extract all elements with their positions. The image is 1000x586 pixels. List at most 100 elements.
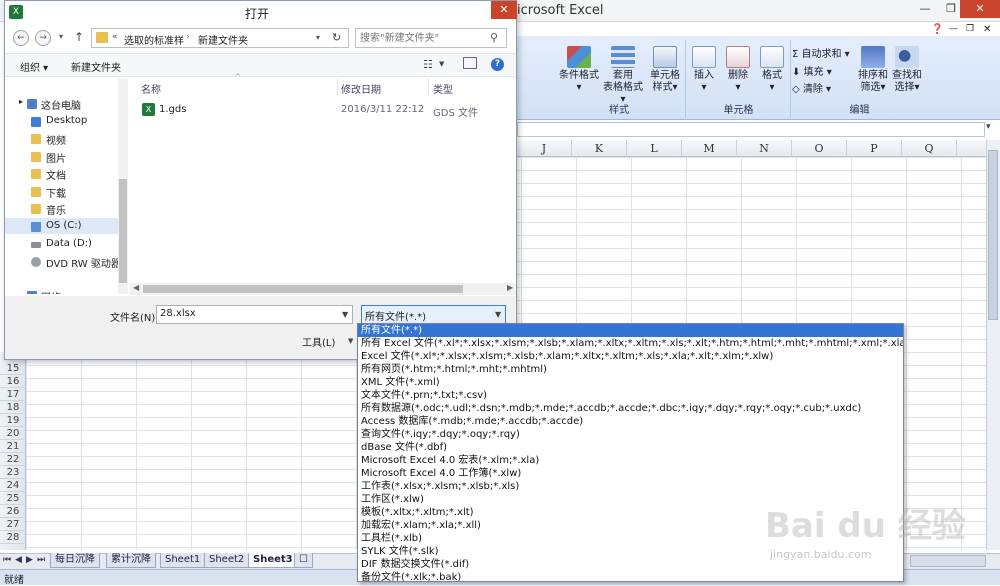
row-header[interactable]: 27 <box>0 518 26 531</box>
row-header[interactable]: 21 <box>0 440 26 453</box>
filetype-option[interactable]: 所有 Excel 文件(*.xl*;*.xlsx;*.xlsm;*.xlsb;*… <box>358 337 903 350</box>
nav-item-drive-c[interactable]: OS (C:) <box>46 220 82 231</box>
new-folder-button[interactable]: 新建文件夹 <box>71 59 121 74</box>
filetype-select[interactable]: 所有文件(*.*) <box>361 305 506 324</box>
filetype-option[interactable]: Microsoft Excel 4.0 工作簿(*.xlw) <box>358 467 903 480</box>
back-icon[interactable]: ← <box>13 30 29 46</box>
horizontal-scrollbar[interactable] <box>910 555 986 567</box>
table-format-button[interactable]: 套用 表格格式▾ <box>601 46 645 106</box>
minimize-button[interactable]: — <box>912 0 938 18</box>
column-header[interactable]: N <box>737 140 792 157</box>
column-header[interactable]: Q <box>902 140 957 157</box>
file-name[interactable]: 1.gds <box>159 104 186 115</box>
nav-item-videos[interactable]: 视频 <box>46 132 66 147</box>
nav-item-network[interactable]: 网络 <box>41 289 61 294</box>
organize-button[interactable]: 组织 ▾ <box>20 59 48 74</box>
search-input[interactable] <box>360 31 486 45</box>
address-dropdown-icon[interactable]: ▾ <box>316 33 320 42</box>
cell-style-button[interactable]: 单元格 样式▾ <box>645 46 685 94</box>
ribbon-close-icon[interactable]: ✕ <box>983 24 991 35</box>
nav-item-dvd-drive[interactable]: DVD RW 驱动器 <box>46 255 121 270</box>
help-icon[interactable]: ? <box>491 58 504 71</box>
column-header[interactable]: P <box>847 140 902 157</box>
column-header-name[interactable]: 名称 <box>141 81 161 96</box>
sheet-tab[interactable]: 累计沉降 <box>106 553 156 568</box>
first-sheet-icon[interactable]: ⏮ <box>3 555 11 565</box>
expand-icon[interactable]: ▸ <box>19 97 23 106</box>
filetype-option[interactable]: 查询文件(*.iqy;*.dqy;*.oqy;*.rqy) <box>358 428 903 441</box>
scroll-right-icon[interactable]: ▶ <box>507 283 513 292</box>
sheet-tab[interactable]: Sheet2 <box>204 553 250 568</box>
column-divider[interactable] <box>428 79 429 95</box>
filetype-dropdown-icon[interactable]: ▼ <box>495 310 501 319</box>
nav-item-documents[interactable]: 文档 <box>46 167 66 182</box>
fill-button[interactable]: ⬇ 填充 ▾ <box>792 63 832 78</box>
column-header-type[interactable]: 类型 <box>433 81 453 96</box>
file-list-scroll-thumb[interactable] <box>143 285 463 293</box>
formula-bar[interactable] <box>517 122 985 137</box>
refresh-icon[interactable]: ↻ <box>332 31 341 44</box>
column-header[interactable]: L <box>627 140 682 157</box>
ribbon-minimize-icon[interactable]: — <box>949 24 958 34</box>
nav-pane-scroll-thumb[interactable] <box>119 179 127 283</box>
preview-pane-icon[interactable] <box>463 57 477 69</box>
nav-item-drive-d[interactable]: Data (D:) <box>46 238 92 249</box>
breadcrumb-separator-icon[interactable]: › <box>186 32 190 42</box>
filetype-option[interactable]: Access 数据库(*.mdb;*.mde;*.accdb;*.accde) <box>358 415 903 428</box>
column-header[interactable]: M <box>682 140 737 157</box>
clear-button[interactable]: ◇ 清除 ▾ <box>792 80 831 95</box>
filename-dropdown-icon[interactable]: ▼ <box>342 310 348 319</box>
ribbon-restore-icon[interactable]: ❐ <box>966 24 974 34</box>
conditional-format-button[interactable]: 条件格式 ▾ <box>557 46 601 94</box>
row-header[interactable]: 20 <box>0 427 26 440</box>
filename-input[interactable]: 28.xlsx <box>156 305 353 324</box>
vertical-scroll-thumb[interactable] <box>988 150 998 320</box>
row-header[interactable]: 16 <box>0 375 26 388</box>
delete-button[interactable]: 删除 ▾ <box>723 46 753 94</box>
sheet-tab[interactable]: 每日沉降 <box>50 553 100 568</box>
nav-item-pictures[interactable]: 图片 <box>46 150 66 165</box>
column-header[interactable]: J <box>517 140 572 157</box>
up-folder-icon[interactable]: ↑ <box>74 30 84 44</box>
row-header[interactable]: 22 <box>0 453 26 466</box>
next-sheet-icon[interactable]: ▶ <box>26 555 33 565</box>
row-header[interactable]: 19 <box>0 414 26 427</box>
row-header[interactable]: 28 <box>0 531 26 544</box>
filetype-option[interactable]: 备份文件(*.xlk;*.bak) <box>358 571 903 581</box>
column-header[interactable]: K <box>572 140 627 157</box>
recent-locations-icon[interactable]: ▾ <box>59 32 63 41</box>
help-icon[interactable]: ❓ <box>931 24 943 35</box>
filetype-option[interactable]: 文本文件(*.prn;*.txt;*.csv) <box>358 389 903 402</box>
row-header[interactable]: 24 <box>0 479 26 492</box>
address-bar[interactable]: « 选取的标准样 › 新建文件夹 ▾ ↻ <box>91 28 349 48</box>
tools-button[interactable]: 工具(L) <box>302 334 335 349</box>
row-header[interactable]: 18 <box>0 401 26 414</box>
last-sheet-icon[interactable]: ⏭ <box>37 555 45 565</box>
filetype-option[interactable]: dBase 文件(*.dbf) <box>358 441 903 454</box>
nav-item-this-pc[interactable]: 这台电脑 <box>41 97 81 112</box>
sheet-tab-active[interactable]: Sheet3 <box>248 553 298 568</box>
close-button[interactable]: ✕ <box>960 0 1000 18</box>
row-header[interactable]: 17 <box>0 388 26 401</box>
sort-filter-button[interactable]: 排序和 筛选▾ <box>858 46 888 94</box>
nav-item-desktop[interactable]: Desktop <box>46 115 87 126</box>
filetype-option[interactable]: 工作表(*.xlsx;*.xlsm;*.xlsb;*.xls) <box>358 480 903 493</box>
insert-button[interactable]: 插入 ▾ <box>689 46 719 94</box>
filetype-option[interactable]: Excel 文件(*.xl*;*.xlsx;*.xlsm;*.xlsb;*.xl… <box>358 350 903 363</box>
formula-expand-icon[interactable]: ▾ <box>986 122 991 132</box>
filetype-option[interactable]: Microsoft Excel 4.0 宏表(*.xlm;*.xla) <box>358 454 903 467</box>
forward-icon[interactable]: → <box>35 30 51 46</box>
view-options-icon[interactable]: ☷ <box>423 58 433 71</box>
breadcrumb-item-current[interactable]: 新建文件夹 <box>198 32 248 47</box>
search-icon[interactable]: ⚲ <box>490 31 498 44</box>
filetype-option-selected[interactable]: 所有文件(*.*) <box>358 324 903 337</box>
row-header[interactable]: 23 <box>0 466 26 479</box>
find-select-button[interactable]: 查找和 选择▾ <box>891 46 923 94</box>
row-header[interactable]: 25 <box>0 492 26 505</box>
autosum-button[interactable]: Σ 自动求和 ▾ <box>792 45 850 60</box>
tools-dropdown-icon[interactable]: ▼ <box>348 337 353 345</box>
format-button[interactable]: 格式 ▾ <box>757 46 787 94</box>
column-divider[interactable] <box>337 79 338 95</box>
column-header[interactable]: O <box>792 140 847 157</box>
filetype-option[interactable]: 所有数据源(*.odc;*.udl;*.dsn;*.mdb;*.mde;*.ac… <box>358 402 903 415</box>
